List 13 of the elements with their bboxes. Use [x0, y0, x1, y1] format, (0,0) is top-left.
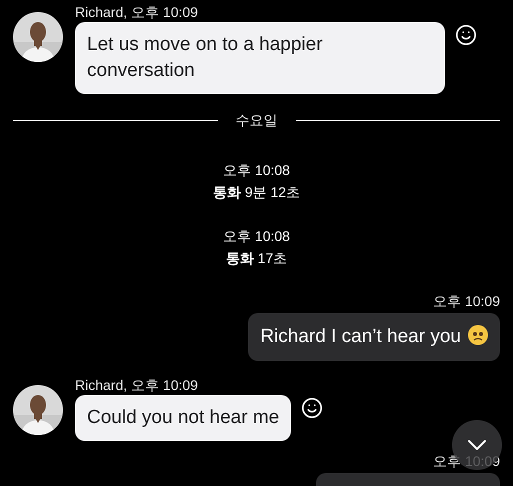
sender-name: Richard, 오후 10:09: [75, 3, 199, 22]
sender-name: Richard, 오후 10:09: [75, 376, 199, 395]
call-summary: 통화 9분 12초: [212, 183, 300, 202]
message-bubble: Richard I can’t hear you: [248, 313, 500, 361]
react-emoji-icon[interactable]: [455, 24, 477, 46]
message-bubble: Let us move on to a happier conversation: [75, 22, 445, 94]
date-divider-label: 수요일: [234, 111, 278, 130]
react-emoji-icon[interactable]: [301, 397, 324, 419]
message-time: 오후 10:09: [433, 292, 500, 311]
message-bubble: Could you not hear me: [75, 395, 292, 441]
call-time: 오후 10:08: [223, 161, 290, 180]
call-time: 오후 10:08: [223, 227, 290, 246]
call-summary: 통화 17초: [226, 249, 288, 268]
